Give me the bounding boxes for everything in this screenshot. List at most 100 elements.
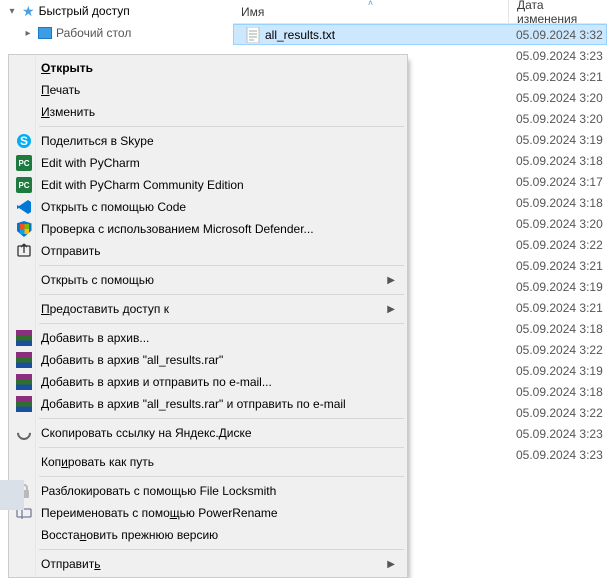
nav-desktop[interactable]: ▸ Рабочий стол [0, 22, 233, 44]
rar-icon [15, 395, 33, 413]
file-date: 05.09.2024 3:18 [508, 385, 607, 399]
blank-icon [15, 103, 33, 121]
menu-item[interactable]: S Поделиться в Skype [11, 130, 405, 152]
blank-icon [15, 271, 33, 289]
menu-item-label: Проверка с использованием Microsoft Defe… [41, 222, 395, 236]
taskbar-edge [0, 480, 24, 510]
file-date: 05.09.2024 3:18 [508, 322, 607, 336]
skype-icon: S [15, 132, 33, 150]
menu-item[interactable]: Переименовать с помощью PowerRename [11, 502, 405, 524]
file-date: 05.09.2024 3:20 [508, 112, 607, 126]
menu-item-label: Предоставить доступ к [41, 302, 379, 316]
menu-item-label: Изменить [41, 105, 395, 119]
link-icon [15, 424, 33, 442]
menu-item-label: Edit with PyCharm [41, 156, 395, 170]
file-date: 05.09.2024 3:21 [508, 259, 607, 273]
menu-item-label: Отправить [41, 244, 395, 258]
menu-item-label: Добавить в архив "all_results.rar" и отп… [41, 397, 395, 411]
file-date: 05.09.2024 3:23 [508, 49, 607, 63]
menu-item-label: Добавить в архив и отправить по e-mail..… [41, 375, 395, 389]
menu-item[interactable]: Открыть с помощью▶ [11, 269, 405, 291]
menu-item[interactable]: Добавить в архив "all_results.rar" [11, 349, 405, 371]
menu-item-label: Копировать как путь [41, 455, 395, 469]
menu-item[interactable]: PC Edit with PyCharm Community Edition [11, 174, 405, 196]
menu-item[interactable]: Открыть с помощью Code [11, 196, 405, 218]
file-date: 05.09.2024 3:18 [508, 154, 607, 168]
menu-item[interactable]: Копировать как путь [11, 451, 405, 473]
blank-icon [15, 555, 33, 573]
header-name[interactable]: Имя ˄ [233, 0, 508, 23]
nav-label: Быстрый доступ [39, 4, 130, 18]
menu-item-label: Восстановить прежнюю версию [41, 528, 395, 542]
context-menu: Открыть Печать Изменить S Поделиться в Skype… [8, 54, 408, 578]
blank-icon [15, 300, 33, 318]
menu-item-label: Открыть [41, 61, 395, 75]
header-label: Дата изменения [517, 0, 599, 26]
blank-icon [15, 453, 33, 471]
header-date[interactable]: Дата изменения [509, 0, 607, 23]
menu-item[interactable]: PC Edit with PyCharm [11, 152, 405, 174]
menu-item-label: Переименовать с помощью PowerRename [41, 506, 395, 520]
file-date: 05.09.2024 3:19 [508, 133, 607, 147]
nav-quick-access[interactable]: ▾ ★ Быстрый доступ [0, 0, 233, 22]
menu-item[interactable]: Добавить в архив "all_results.rar" и отп… [11, 393, 405, 415]
pycharm-icon: PC [15, 154, 33, 172]
menu-item-label: Добавить в архив "all_results.rar" [41, 353, 395, 367]
file-date: 05.09.2024 3:23 [508, 448, 607, 462]
menu-item-label: Печать [41, 83, 395, 97]
menu-separator [39, 476, 404, 477]
file-date: 05.09.2024 3:23 [508, 427, 607, 441]
vscode-icon [15, 198, 33, 216]
menu-separator [39, 549, 404, 550]
blank-icon [15, 526, 33, 544]
desktop-icon [38, 27, 52, 39]
menu-item[interactable]: Проверка с использованием Microsoft Defe… [11, 218, 405, 240]
blank-icon [15, 81, 33, 99]
file-date: 05.09.2024 3:17 [508, 175, 607, 189]
file-date: 05.09.2024 3:22 [508, 406, 607, 420]
menu-item-label: Edit with PyCharm Community Edition [41, 178, 395, 192]
file-date: 05.09.2024 3:32 [508, 28, 607, 42]
file-date: 05.09.2024 3:22 [508, 343, 607, 357]
menu-item[interactable]: Добавить в архив и отправить по e-mail..… [11, 371, 405, 393]
sort-asc-icon: ˄ [368, 0, 373, 8]
menu-item[interactable]: Разблокировать с помощью File Locksmith [11, 480, 405, 502]
menu-item-label: Поделиться в Skype [41, 134, 395, 148]
menu-item[interactable]: Изменить [11, 101, 405, 123]
file-date: 05.09.2024 3:20 [508, 217, 607, 231]
file-date: 05.09.2024 3:19 [508, 280, 607, 294]
menu-item[interactable]: Отправить [11, 240, 405, 262]
rar-icon [15, 373, 33, 391]
menu-separator [39, 418, 404, 419]
menu-item[interactable]: Предоставить доступ к ▶ [11, 298, 405, 320]
menu-item[interactable]: Восстановить прежнюю версию [11, 524, 405, 546]
submenu-arrow-icon: ▶ [387, 275, 395, 286]
menu-item[interactable]: Печать [11, 79, 405, 101]
rar-icon [15, 351, 33, 369]
menu-item[interactable]: Добавить в архив... [11, 327, 405, 349]
menu-separator [39, 323, 404, 324]
menu-item[interactable]: Открыть [11, 57, 405, 79]
star-icon: ★ [22, 3, 35, 20]
file-date: 05.09.2024 3:22 [508, 238, 607, 252]
pycharm-icon: PC [15, 176, 33, 194]
file-row[interactable]: all_results.txt 05.09.2024 3:32 [233, 24, 607, 45]
header-label: Имя [241, 5, 264, 19]
file-name-cell: all_results.txt [233, 27, 508, 43]
menu-item[interactable]: Отправить▶ [11, 553, 405, 575]
file-date: 05.09.2024 3:19 [508, 364, 607, 378]
file-date: 05.09.2024 3:21 [508, 301, 607, 315]
menu-item-label: Разблокировать с помощью File Locksmith [41, 484, 395, 498]
chevron-down-icon: ▾ [6, 6, 18, 17]
menu-separator [39, 447, 404, 448]
submenu-arrow-icon: ▶ [387, 304, 395, 315]
nav-tree: ▾ ★ Быстрый доступ ▸ Рабочий стол [0, 0, 233, 44]
nav-label: Рабочий стол [56, 26, 131, 40]
menu-item[interactable]: Скопировать ссылку на Яндекс.Диске [11, 422, 405, 444]
share-icon [15, 242, 33, 260]
menu-separator [39, 265, 404, 266]
menu-item-label: Открыть с помощью Code [41, 200, 395, 214]
defender-icon [15, 220, 33, 238]
text-file-icon [245, 27, 261, 43]
file-name: all_results.txt [265, 28, 335, 42]
